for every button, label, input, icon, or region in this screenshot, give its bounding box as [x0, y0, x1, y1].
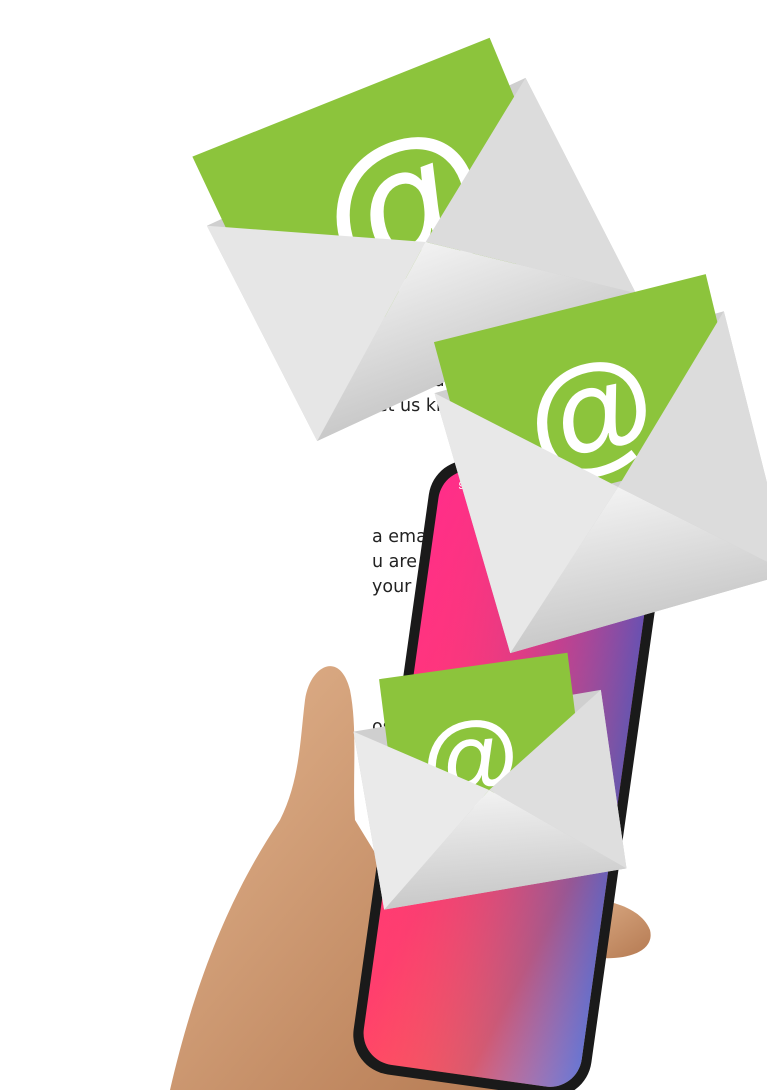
paragraph-3-line-2: s a full	[372, 742, 430, 762]
page-heading: ged?	[372, 215, 484, 271]
paragraph-3: osition for s a full .nz	[372, 715, 460, 790]
website-link-text[interactable]: .nz	[372, 767, 401, 787]
paragraph-2-line-2: u are not sure that we	[372, 552, 567, 572]
paragraph-2: a email. It’s vital that we u are not su…	[372, 525, 589, 600]
paragraph-2-line-3: your details via the	[372, 577, 542, 597]
paragraph-1-line-2: let us know.	[372, 396, 477, 416]
svg-text:@: @	[294, 86, 515, 321]
paragraph-2-line-1: a email. It’s vital that we	[372, 527, 590, 547]
paragraph-1: it to you if we know let us know.	[372, 369, 544, 419]
paragraph-1-line-1: it to you if we know	[372, 371, 544, 391]
paragraph-3-line-1: osition for	[372, 717, 460, 737]
phone-time: 9:00	[458, 480, 481, 495]
